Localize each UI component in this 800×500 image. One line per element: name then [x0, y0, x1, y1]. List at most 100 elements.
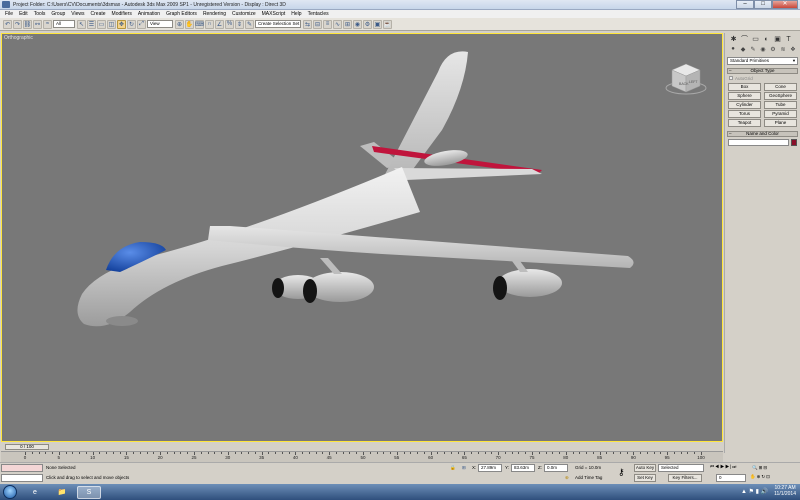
box-button[interactable]: Box — [728, 83, 761, 91]
menu-help[interactable]: Help — [288, 11, 304, 17]
systems-icon[interactable]: ❖ — [788, 46, 798, 54]
modify-tab-icon[interactable]: ⌒ — [739, 35, 750, 44]
object-color-swatch[interactable] — [791, 139, 797, 146]
geosphere-button[interactable]: GeoSphere — [764, 92, 797, 100]
material-editor-icon[interactable]: ◉ — [353, 19, 362, 29]
render-setup-icon[interactable]: ⚙ — [363, 19, 372, 29]
plane-button[interactable]: Plane — [764, 119, 797, 127]
menu-group[interactable]: Group — [48, 11, 68, 17]
menu-customize[interactable]: Customize — [229, 11, 259, 17]
space-warps-icon[interactable]: ≋ — [778, 46, 788, 54]
named-selection-dropdown[interactable]: Create Selection Set — [255, 20, 301, 28]
close-button[interactable]: ✕ — [772, 0, 798, 9]
time-slider[interactable]: 0 / 100 — [1, 443, 723, 450]
motion-tab-icon[interactable]: ◐ — [761, 35, 772, 44]
utilities-tab-icon[interactable]: T — [783, 35, 794, 44]
shapes-icon[interactable]: ◆ — [738, 46, 748, 54]
teapot-button[interactable]: Teapot — [728, 119, 761, 127]
menu-modifiers[interactable]: Modifiers — [109, 11, 135, 17]
z-coordinate-field[interactable]: 0.0m — [544, 464, 568, 472]
autogrid-checkbox[interactable]: AutoGrid — [729, 75, 796, 81]
menu-create[interactable]: Create — [88, 11, 109, 17]
bind-space-warp-icon[interactable]: ≈ — [43, 19, 52, 29]
time-slider-thumb[interactable]: 0 / 100 — [5, 443, 49, 450]
taskbar-ie-icon[interactable]: e — [23, 486, 47, 499]
display-tab-icon[interactable]: ▣ — [772, 35, 783, 44]
select-scale-icon[interactable]: ⤢ — [137, 19, 146, 29]
cameras-icon[interactable]: ◉ — [758, 46, 768, 54]
rendered-frame-icon[interactable]: ▣ — [373, 19, 382, 29]
zoom-icons[interactable]: 🔍⊞⊟ — [752, 465, 768, 471]
select-move-icon[interactable]: ✥ — [117, 19, 126, 29]
current-frame-field[interactable]: 0 — [716, 474, 746, 482]
menu-animation[interactable]: Animation — [135, 11, 163, 17]
set-key-button[interactable]: Set Key — [634, 474, 656, 482]
pyramid-button[interactable]: Pyramid — [764, 110, 797, 118]
cylinder-button[interactable]: Cylinder — [728, 101, 761, 109]
helpers-icon[interactable]: ⚙ — [768, 46, 778, 54]
maxscript-listener-output[interactable] — [1, 474, 43, 482]
unlink-icon[interactable]: ⚯ — [33, 19, 42, 29]
select-rotate-icon[interactable]: ↻ — [127, 19, 136, 29]
menu-tentacles[interactable]: Tentacles — [305, 11, 332, 17]
render-production-icon[interactable]: ☕ — [383, 19, 392, 29]
key-icon[interactable]: ⚷ — [618, 467, 625, 478]
app-icon[interactable] — [2, 1, 10, 8]
window-crossing-icon[interactable]: ◫ — [107, 19, 116, 29]
menu-tools[interactable]: Tools — [31, 11, 49, 17]
layer-manager-icon[interactable]: ≡ — [323, 19, 332, 29]
viewport-orthographic[interactable]: Orthographic BACK LEFT — [1, 33, 723, 442]
add-time-tag[interactable]: Add Time Tag — [575, 475, 602, 480]
lights-icon[interactable]: ✎ — [748, 46, 758, 54]
redo-icon[interactable]: ↷ — [13, 19, 22, 29]
taskbar-explorer-icon[interactable]: 📁 — [50, 486, 74, 499]
edit-named-selection-icon[interactable]: ✎ — [245, 19, 254, 29]
minimize-button[interactable]: – — [736, 0, 754, 9]
menu-maxscript[interactable]: MAXScript — [259, 11, 289, 17]
align-icon[interactable]: ⊟ — [313, 19, 322, 29]
key-filters-button[interactable]: Key Filters... — [668, 474, 702, 482]
create-tab-icon[interactable]: ✱ — [728, 35, 739, 44]
absolute-mode-icon[interactable]: ⊞ — [462, 465, 466, 471]
object-name-field[interactable] — [728, 139, 790, 146]
clock[interactable]: 10:27 AM 11/1/2014 — [774, 485, 796, 497]
select-by-name-icon[interactable]: ☰ — [87, 19, 96, 29]
menu-file[interactable]: File — [2, 11, 16, 17]
keyboard-shortcut-icon[interactable]: ⌨ — [195, 19, 204, 29]
angle-snap-icon[interactable]: ∠ — [215, 19, 224, 29]
select-object-icon[interactable]: ↖ — [77, 19, 86, 29]
track-bar[interactable]: 0 5 10 15 20 25 30 35 40 45 50 55 60 65 70 75 80 85 90 95 10… — [1, 451, 723, 462]
x-coordinate-field[interactable]: 27.89m — [478, 464, 502, 472]
tube-button[interactable]: Tube — [764, 101, 797, 109]
menu-edit[interactable]: Edit — [16, 11, 31, 17]
reference-coord-dropdown[interactable]: View — [147, 20, 173, 28]
lock-selection-icon[interactable]: 🔒 — [450, 465, 456, 471]
manipulate-icon[interactable]: ✋ — [185, 19, 194, 29]
rect-selection-icon[interactable]: ▭ — [97, 19, 106, 29]
maximize-button[interactable]: □ — [754, 0, 772, 9]
snaps-toggle-icon[interactable]: ∩ — [205, 19, 214, 29]
percent-snap-icon[interactable]: % — [225, 19, 234, 29]
auto-key-mode-dropdown[interactable]: Selected — [658, 464, 704, 472]
mirror-icon[interactable]: ⇆ — [303, 19, 312, 29]
curve-editor-icon[interactable]: ∿ — [333, 19, 342, 29]
sphere-button[interactable]: Sphere — [728, 92, 761, 100]
cone-button[interactable]: Cone — [764, 83, 797, 91]
airplane-model[interactable] — [2, 34, 723, 442]
menu-views[interactable]: Views — [68, 11, 87, 17]
navigation-icons[interactable]: ✋⊕↻⊡ — [750, 474, 771, 480]
menu-graph-editors[interactable]: Graph Editors — [163, 11, 200, 17]
link-icon[interactable]: ⛓ — [23, 19, 32, 29]
spinner-snap-icon[interactable]: ⇕ — [235, 19, 244, 29]
undo-icon[interactable]: ↶ — [3, 19, 12, 29]
tray-icons[interactable]: ▲ ⚑ ▮ 🔊 — [741, 488, 768, 495]
maxscript-listener-mini[interactable] — [1, 464, 43, 472]
torus-button[interactable]: Torus — [728, 110, 761, 118]
category-dropdown[interactable]: Standard Primitives ▼ — [727, 57, 798, 65]
taskbar-3dsmax-icon[interactable]: S — [77, 485, 101, 499]
selection-filter-dropdown[interactable]: All — [53, 20, 75, 28]
hierarchy-tab-icon[interactable]: ▭ — [750, 35, 761, 44]
y-coordinate-field[interactable]: 83.63m — [511, 464, 535, 472]
playback-controls[interactable]: ⏮◀▶▶|⏭ — [710, 464, 737, 469]
viewcube-icon[interactable]: BACK LEFT — [664, 60, 708, 96]
